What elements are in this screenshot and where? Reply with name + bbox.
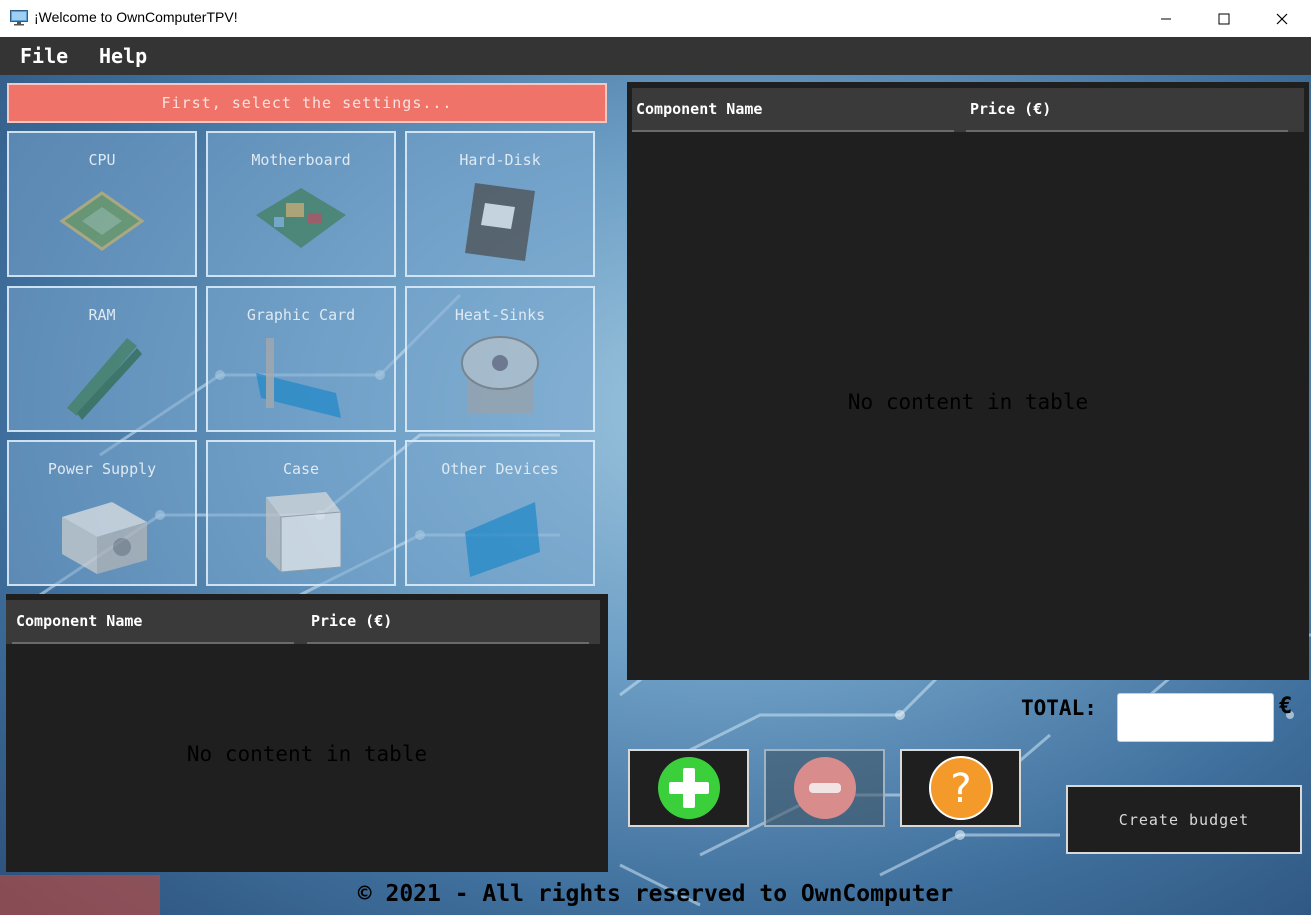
question-icon: ? (928, 756, 993, 820)
maximize-icon (1218, 13, 1230, 24)
catalog-table[interactable]: Component Name Price (€) No content in t… (6, 594, 608, 872)
category-label: Other Devices (441, 460, 559, 478)
close-icon (1276, 13, 1288, 24)
window-title: ¡Welcome to OwnComputerTPV! (34, 9, 238, 25)
table-header: Component Name Price (€) (6, 600, 600, 644)
column-header-price[interactable]: Price (€) (307, 600, 589, 644)
column-header-price[interactable]: Price (€) (966, 88, 1288, 132)
total-label: TOTAL: (1021, 696, 1097, 720)
minimize-button[interactable] (1137, 0, 1195, 37)
plus-icon (657, 757, 720, 819)
category-ram[interactable]: RAM (7, 286, 197, 432)
menu-file[interactable]: File (20, 44, 68, 68)
category-label: Motherboard (251, 151, 351, 169)
remove-button[interactable] (764, 749, 885, 827)
category-label: Hard-Disk (459, 151, 541, 169)
category-other-devices[interactable]: Other Devices (405, 440, 595, 586)
table-header: Component Name Price (€) (632, 88, 1304, 132)
empty-table-message: No content in table (847, 390, 1089, 414)
category-label: Graphic Card (246, 306, 356, 324)
motherboard-icon (256, 188, 346, 248)
column-header-name[interactable]: Component Name (12, 600, 294, 644)
cpu-icon (59, 191, 145, 251)
category-label: Heat-Sinks (454, 306, 546, 324)
minimize-icon (1161, 18, 1171, 19)
minus-icon (793, 757, 856, 819)
category-label: RAM (88, 306, 116, 324)
window-titlebar: ¡Welcome to OwnComputerTPV! (0, 0, 1311, 37)
copyright-footer: © 2021 - All rights reserved to OwnCompu… (0, 881, 1311, 915)
graphic-card-icon (256, 338, 341, 418)
category-power-supply[interactable]: Power Supply (7, 440, 197, 586)
power-supply-icon (62, 502, 147, 574)
category-graphic-card[interactable]: Graphic Card (206, 286, 396, 432)
budget-table[interactable]: Component Name Price (€) No content in t… (627, 82, 1309, 680)
heat-sink-icon (461, 336, 539, 413)
category-cpu[interactable]: CPU (7, 131, 197, 277)
svg-text:?: ? (950, 766, 971, 812)
category-hard-disk[interactable]: Hard-Disk (405, 131, 595, 277)
case-icon (266, 492, 342, 573)
category-label: CPU (88, 151, 116, 169)
category-case[interactable]: Case (206, 440, 396, 586)
copyright-text: © 2021 - All rights reserved to OwnCompu… (357, 881, 954, 907)
empty-table-message: No content in table (186, 742, 428, 766)
category-heat-sinks[interactable]: Heat-Sinks (405, 286, 595, 432)
create-budget-button[interactable]: Create budget (1066, 785, 1302, 854)
column-header-name[interactable]: Component Name (632, 88, 954, 132)
ram-icon (67, 338, 142, 420)
hard-disk-icon (465, 183, 535, 261)
currency-symbol: € (1279, 694, 1293, 719)
other-devices-icon (465, 502, 540, 577)
maximize-button[interactable] (1195, 0, 1253, 37)
menu-bar: File Help (0, 37, 1311, 75)
add-button[interactable] (628, 749, 749, 827)
monitor-icon (10, 10, 28, 26)
category-motherboard[interactable]: Motherboard (206, 131, 396, 277)
settings-banner: First, select the settings... (7, 83, 607, 123)
category-label: Case (282, 460, 320, 478)
close-button[interactable] (1253, 0, 1311, 37)
total-field[interactable] (1117, 693, 1274, 742)
category-label: Power Supply (47, 460, 157, 478)
menu-help[interactable]: Help (99, 44, 147, 68)
help-button[interactable]: ? (900, 749, 1021, 827)
